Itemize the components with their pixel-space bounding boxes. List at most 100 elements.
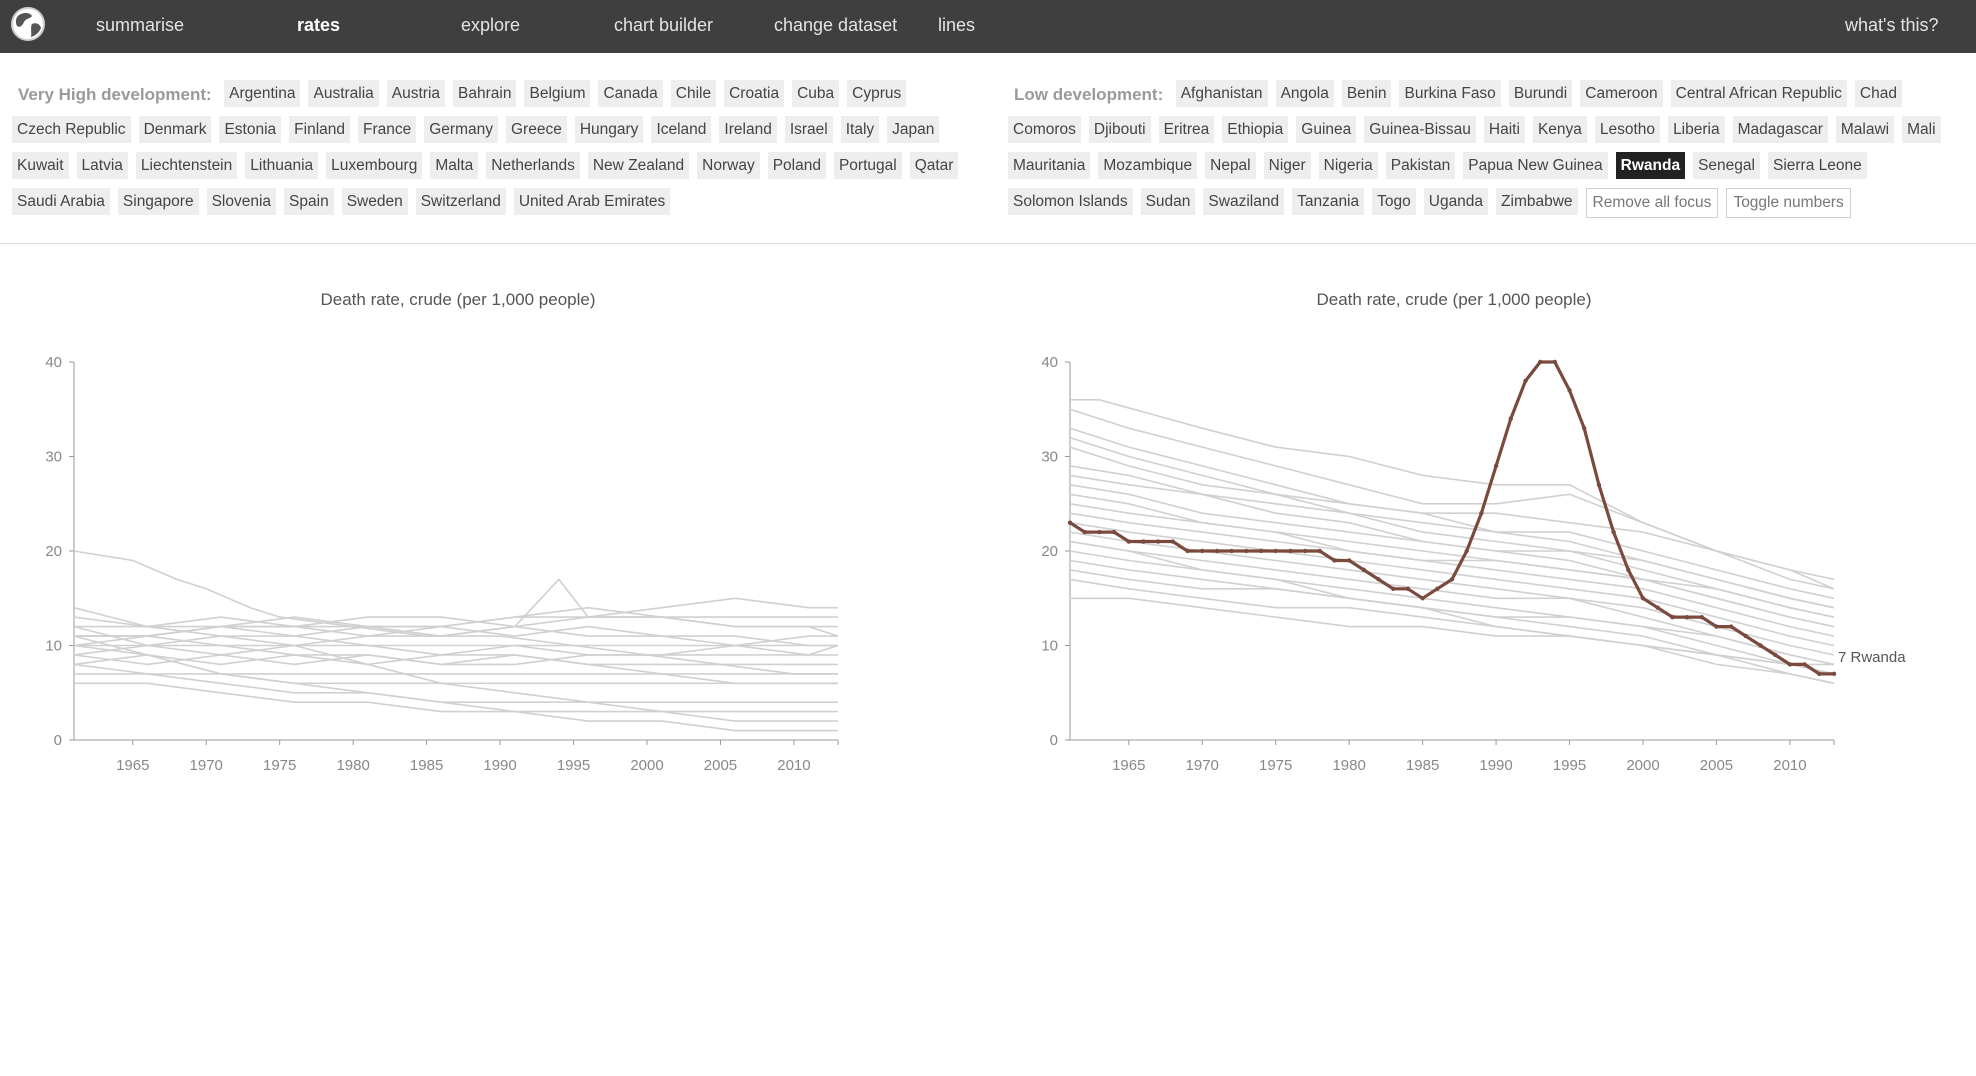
country-tag-singapore[interactable]: Singapore <box>117 188 199 215</box>
country-tag-czech-republic[interactable]: Czech Republic <box>12 116 131 143</box>
highlight-point[interactable] <box>1214 548 1220 554</box>
highlight-point[interactable] <box>1185 548 1190 554</box>
highlight-point[interactable] <box>1229 548 1234 554</box>
highlight-point[interactable] <box>1288 548 1293 554</box>
highlight-point[interactable] <box>1420 596 1425 601</box>
highlight-point[interactable] <box>1773 652 1778 658</box>
country-tag-malawi[interactable]: Malawi <box>1835 116 1895 143</box>
highlight-point[interactable] <box>1435 586 1440 591</box>
country-tag-niger[interactable]: Niger <box>1263 152 1311 179</box>
nav-lines[interactable]: lines <box>938 0 975 53</box>
series-line[interactable] <box>73 606 838 628</box>
highlight-point[interactable] <box>1126 539 1131 544</box>
country-tag-sudan[interactable]: Sudan <box>1140 188 1196 215</box>
country-tag-cameroon[interactable]: Cameroon <box>1580 80 1663 107</box>
highlight-point[interactable] <box>1361 567 1367 573</box>
country-tag-portugal[interactable]: Portugal <box>833 152 902 179</box>
country-tag-luxembourg[interactable]: Luxembourg <box>326 152 423 179</box>
highlight-point[interactable] <box>1655 605 1660 610</box>
highlight-point[interactable] <box>1523 378 1528 384</box>
highlight-point[interactable] <box>1317 548 1322 554</box>
country-tag-zimbabwe[interactable]: Zimbabwe <box>1496 188 1578 215</box>
country-tag-poland[interactable]: Poland <box>767 152 826 179</box>
highlight-point[interactable] <box>1464 548 1469 554</box>
country-tag-senegal[interactable]: Senegal <box>1693 152 1760 179</box>
highlight-point[interactable] <box>1728 624 1734 629</box>
highlight-point[interactable] <box>1097 529 1102 535</box>
country-tag-nigeria[interactable]: Nigeria <box>1318 152 1378 179</box>
highlight-point[interactable] <box>1831 671 1837 677</box>
nav-summarise[interactable]: summarise <box>96 0 184 53</box>
country-tag-germany[interactable]: Germany <box>424 116 498 143</box>
country-tag-kenya[interactable]: Kenya <box>1532 116 1587 143</box>
country-tag-iceland[interactable]: Iceland <box>651 116 712 143</box>
series-line[interactable] <box>73 616 838 722</box>
country-tag-chad[interactable]: Chad <box>1854 80 1902 107</box>
country-tag-pakistan[interactable]: Pakistan <box>1385 152 1456 179</box>
country-tag-malta[interactable]: Malta <box>430 152 479 179</box>
country-tag-estonia[interactable]: Estonia <box>219 116 282 143</box>
country-tag-austria[interactable]: Austria <box>386 80 446 107</box>
country-tag-haiti[interactable]: Haiti <box>1483 116 1525 143</box>
country-tag-spain[interactable]: Spain <box>284 188 334 215</box>
remove-all-focus-button[interactable]: Remove all focus <box>1585 188 1719 218</box>
country-tag-liberia[interactable]: Liberia <box>1668 116 1725 143</box>
country-tag-sierra-leone[interactable]: Sierra Leone <box>1767 152 1867 179</box>
highlight-point[interactable] <box>1067 520 1073 525</box>
nav-rates[interactable]: rates <box>297 0 340 53</box>
toggle-numbers-button[interactable]: Toggle numbers <box>1726 188 1851 218</box>
highlight-point[interactable] <box>1170 539 1176 544</box>
country-tag-lesotho[interactable]: Lesotho <box>1594 116 1661 143</box>
country-tag-croatia[interactable]: Croatia <box>724 80 785 107</box>
highlight-point[interactable] <box>1758 643 1763 648</box>
highlight-point[interactable] <box>1155 539 1161 544</box>
country-tag-ethiopia[interactable]: Ethiopia <box>1222 116 1289 143</box>
country-tag-israel[interactable]: Israel <box>784 116 833 143</box>
country-tag-latvia[interactable]: Latvia <box>76 152 128 179</box>
country-tag-burundi[interactable]: Burundi <box>1508 80 1573 107</box>
highlight-point[interactable] <box>1346 558 1352 563</box>
series-line[interactable] <box>1069 465 1835 618</box>
highlight-point[interactable] <box>1391 586 1396 591</box>
highlight-point[interactable] <box>1640 596 1646 601</box>
country-tag-italy[interactable]: Italy <box>840 116 880 143</box>
highlight-point[interactable] <box>1376 577 1381 582</box>
highlight-point[interactable] <box>1302 548 1308 554</box>
country-tag-australia[interactable]: Australia <box>308 80 379 107</box>
country-tag-united-arab-emirates[interactable]: United Arab Emirates <box>513 188 671 215</box>
country-tag-japan[interactable]: Japan <box>887 116 940 143</box>
country-tag-solomon-islands[interactable]: Solomon Islands <box>1008 188 1133 215</box>
highlight-point[interactable] <box>1699 614 1704 620</box>
country-tag-lithuania[interactable]: Lithuania <box>245 152 319 179</box>
country-tag-argentina[interactable]: Argentina <box>224 80 301 107</box>
country-tag-norway[interactable]: Norway <box>697 152 760 179</box>
country-tag-saudi-arabia[interactable]: Saudi Arabia <box>12 188 110 215</box>
highlight-point[interactable] <box>1743 633 1749 639</box>
country-tag-djibouti[interactable]: Djibouti <box>1088 116 1151 143</box>
nav-explore[interactable]: explore <box>461 0 520 53</box>
country-tag-cuba[interactable]: Cuba <box>792 80 840 107</box>
country-tag-afghanistan[interactable]: Afghanistan <box>1175 80 1268 107</box>
series-line[interactable] <box>74 682 838 713</box>
country-tag-ireland[interactable]: Ireland <box>719 116 777 143</box>
country-tag-denmark[interactable]: Denmark <box>138 116 212 143</box>
highlight-point[interactable] <box>1141 539 1146 544</box>
highlight-point[interactable] <box>1258 548 1264 554</box>
country-tag-slovenia[interactable]: Slovenia <box>206 188 277 215</box>
country-tag-greece[interactable]: Greece <box>506 116 567 143</box>
country-tag-liechtenstein[interactable]: Liechtenstein <box>135 152 238 179</box>
country-tag-mozambique[interactable]: Mozambique <box>1098 152 1198 179</box>
country-tag-kuwait[interactable]: Kuwait <box>12 152 69 179</box>
country-tag-eritrea[interactable]: Eritrea <box>1158 116 1215 143</box>
country-tag-central-african-republic[interactable]: Central African Republic <box>1670 80 1847 107</box>
highlight-point[interactable] <box>1405 586 1411 591</box>
country-tag-mali[interactable]: Mali <box>1902 116 1941 143</box>
nav-chart-builder[interactable]: chart builder <box>614 0 713 53</box>
country-tag-angola[interactable]: Angola <box>1275 80 1334 107</box>
country-tag-papua-new-guinea[interactable]: Papua New Guinea <box>1463 152 1608 179</box>
highlight-point[interactable] <box>1596 482 1602 488</box>
country-tag-france[interactable]: France <box>358 116 417 143</box>
highlight-point[interactable] <box>1449 577 1455 582</box>
highlight-point[interactable] <box>1817 671 1822 677</box>
highlight-point[interactable] <box>1582 425 1587 431</box>
